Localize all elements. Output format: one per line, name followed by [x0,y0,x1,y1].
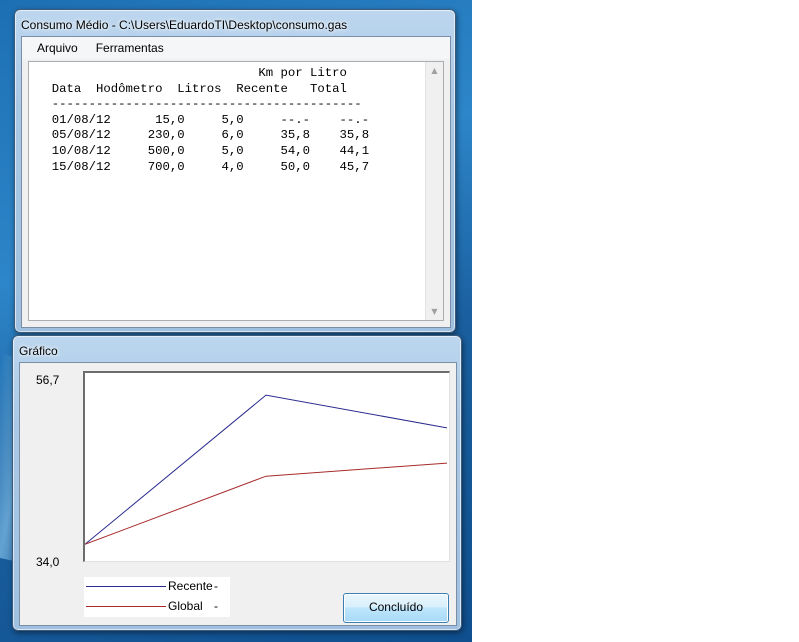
scroll-up-arrow-icon[interactable]: ▲ [426,62,443,79]
legend-item-recente: Recente - [84,577,230,597]
menu-arquivo[interactable]: Arquivo [28,37,87,59]
window-title: Consumo Médio - C:\Users\EduardoTI\Deskt… [21,18,348,32]
series-line-global [85,462,447,545]
y-tick-top: 56,7 [36,373,60,387]
legend-swatch-global [86,606,166,607]
window-title: Gráfico [19,344,58,358]
report-header-line1: Km por Litro [37,66,347,80]
legend-dash: - [214,579,218,593]
concluido-button[interactable]: Concluído [343,593,449,623]
report-text: Km por Litro Data Hodômetro Litros Recen… [37,66,369,175]
series-line-recente [85,394,447,545]
legend-label-global: Global [168,599,203,613]
vertical-scrollbar[interactable]: ▲ ▼ [425,62,443,320]
window-client-area: Arquivo Ferramentas Km por Litro Data Hod… [21,36,451,328]
legend-label-recente: Recente [168,579,213,593]
report-separator: ----------------------------------------… [37,97,362,112]
consumo-medio-window: Consumo Médio - C:\Users\EduardoTI\Deskt… [14,9,456,333]
report-textbox[interactable]: Km por Litro Data Hodômetro Litros Recen… [28,61,444,321]
line-chart [85,394,447,545]
report-row: 15/08/12 700,0 4,0 50,0 45,7 [37,159,370,174]
chart-legend: Recente - Global - [84,577,230,617]
legend-dash: - [214,599,218,613]
scroll-down-arrow-icon[interactable]: ▼ [426,303,443,320]
plot-area [83,371,450,562]
report-row: 01/08/12 15,0 5,0 --.- --.- [37,112,370,127]
report-header-line2: Data Hodômetro Litros Recente Total [37,81,347,96]
report-row: 10/08/12 500,0 5,0 54,0 44,1 [37,143,370,158]
legend-item-global: Global - [84,597,230,617]
legend-swatch-recente [86,586,166,587]
menu-bar: Arquivo Ferramentas [22,37,450,59]
report-row: 05/08/12 230,0 6,0 35,8 35,8 [37,128,370,143]
menu-ferramentas[interactable]: Ferramentas [87,37,173,59]
y-tick-bottom: 34,0 [36,555,60,569]
window-client-area: 56,7 34,0 Recente - Global - Concluído [19,362,457,626]
grafico-window: Gráfico 56,7 34,0 Recente - Global - Con… [12,335,462,631]
